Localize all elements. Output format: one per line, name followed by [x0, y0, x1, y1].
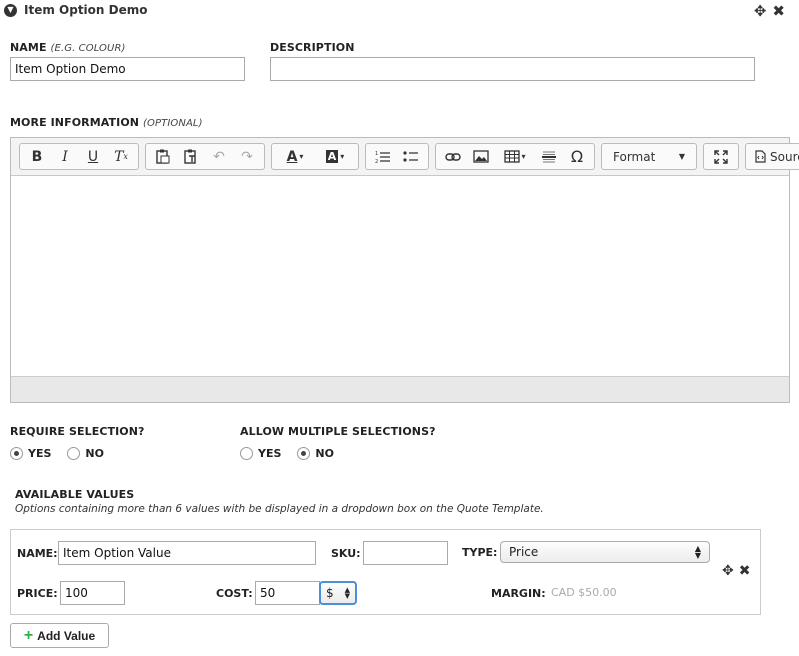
value-margin-amount: CAD $50.00 [551, 586, 617, 599]
source-button[interactable]: Source [749, 144, 799, 169]
source-icon [755, 150, 766, 163]
value-cost-input[interactable] [255, 581, 320, 605]
lists-group: 12 [365, 143, 429, 170]
rich-text-editor: B I U Tx ↶ ↷ A ▾ A ▾ 12 ▾ Ω Format ▼ Sou… [10, 137, 799, 403]
value-type-select[interactable]: Price ▲ ▼ [500, 541, 710, 563]
horizontal-rule-icon[interactable] [535, 144, 563, 169]
underline-icon[interactable]: U [79, 144, 107, 169]
svg-text:1: 1 [375, 151, 378, 157]
require-selection-no[interactable]: NO [67, 447, 104, 460]
panel-header[interactable]: ▼ Item Option Demo [4, 3, 147, 17]
move-icon[interactable]: ✥ [722, 563, 734, 579]
remove-format-icon[interactable]: Tx [107, 144, 135, 169]
name-hint: (E.G. COLOUR) [50, 43, 126, 54]
value-name-label: NAME: [17, 547, 58, 560]
link-icon[interactable] [439, 144, 467, 169]
text-color-icon[interactable]: A ▾ [275, 144, 315, 169]
move-icon[interactable]: ✥ [754, 2, 767, 20]
name-input[interactable] [10, 57, 245, 81]
value-cost-label: COST: [216, 587, 253, 600]
panel-tools: ✥ ✖ [754, 2, 785, 20]
svg-text:2: 2 [375, 159, 378, 164]
maximize-icon[interactable] [707, 144, 735, 169]
add-value-button[interactable]: + Add Value [10, 623, 109, 648]
basic-styles-group: B I U Tx [19, 143, 139, 170]
description-input[interactable] [270, 57, 755, 81]
value-row-card: NAME: SKU: TYPE: Price ▲▼ PRICE: COST: $… [10, 529, 761, 615]
value-row-tools: ✥ ✖ [722, 563, 750, 579]
chevron-down-icon: ▼ [678, 152, 685, 161]
collapse-icon[interactable]: ▼ [4, 3, 17, 17]
maximize-group [703, 143, 739, 170]
paste-word-icon[interactable] [149, 144, 177, 169]
radio-unchecked-icon[interactable] [67, 447, 81, 460]
undo-icon[interactable]: ↶ [205, 144, 233, 169]
available-values-help: Options containing more than 6 values wi… [15, 503, 544, 515]
close-icon[interactable]: ✖ [772, 2, 785, 20]
close-icon[interactable]: ✖ [739, 563, 751, 579]
source-group: Source [745, 143, 799, 170]
format-select[interactable]: Format ▼ [605, 144, 693, 169]
radio-checked-icon[interactable] [297, 447, 311, 460]
paste-text-icon[interactable] [177, 144, 205, 169]
table-icon[interactable]: ▾ [495, 144, 535, 169]
numbered-list-icon[interactable]: 12 [369, 144, 397, 169]
editor-footer-bar [11, 376, 789, 402]
editor-content-area[interactable] [11, 176, 789, 376]
radio-checked-icon[interactable] [10, 447, 23, 460]
editor-toolbar: B I U Tx ↶ ↷ A ▾ A ▾ 12 ▾ Ω Format ▼ Sou… [11, 138, 799, 176]
bold-icon[interactable]: B [23, 144, 51, 169]
description-label: DESCRIPTION [270, 41, 355, 54]
radio-unchecked-icon[interactable] [240, 447, 253, 460]
insert-group: ▾ Ω [435, 143, 595, 170]
background-color-icon[interactable]: A ▾ [315, 144, 355, 169]
allow-multiple-label: ALLOW MULTIPLE SELECTIONS? [240, 425, 436, 438]
italic-icon[interactable]: I [51, 144, 79, 169]
bulleted-list-icon[interactable] [397, 144, 425, 169]
value-type-label: TYPE: [462, 546, 498, 559]
name-label: NAME (E.G. COLOUR) [10, 41, 126, 54]
more-info-hint: (OPTIONAL) [143, 118, 203, 129]
format-dropdown[interactable]: Format ▼ [601, 143, 697, 170]
special-char-icon[interactable]: Ω [563, 144, 591, 169]
require-selection-yes[interactable]: YES [10, 447, 51, 460]
available-values-title: AVAILABLE VALUES [15, 488, 135, 501]
value-sku-label: SKU: [331, 547, 361, 560]
select-arrows-icon: ▲ ▼ [694, 544, 701, 560]
allow-multiple-no[interactable]: NO [297, 447, 334, 460]
more-info-label: MORE INFORMATION (OPTIONAL) [10, 116, 203, 129]
redo-icon[interactable]: ↷ [233, 144, 261, 169]
plus-icon: + [23, 626, 34, 644]
value-sku-input[interactable] [363, 541, 448, 565]
clipboard-group: ↶ ↷ [145, 143, 265, 170]
value-name-input[interactable] [58, 541, 316, 565]
allow-multiple-yes[interactable]: YES [240, 447, 281, 460]
panel-title: Item Option Demo [24, 3, 148, 17]
allow-multiple-radios: YES NO [240, 447, 350, 460]
colors-group: A ▾ A ▾ [271, 143, 359, 170]
select-arrows-icon: ▲ ▼ [344, 586, 350, 600]
value-price-input[interactable] [60, 581, 125, 605]
require-selection-label: REQUIRE SELECTION? [10, 425, 145, 438]
image-icon[interactable] [467, 144, 495, 169]
value-margin-label: MARGIN: [491, 587, 546, 600]
currency-select[interactable]: $ ▲ ▼ [319, 581, 357, 605]
value-price-label: PRICE: [17, 587, 58, 600]
require-selection-radios: YES NO [10, 447, 120, 460]
